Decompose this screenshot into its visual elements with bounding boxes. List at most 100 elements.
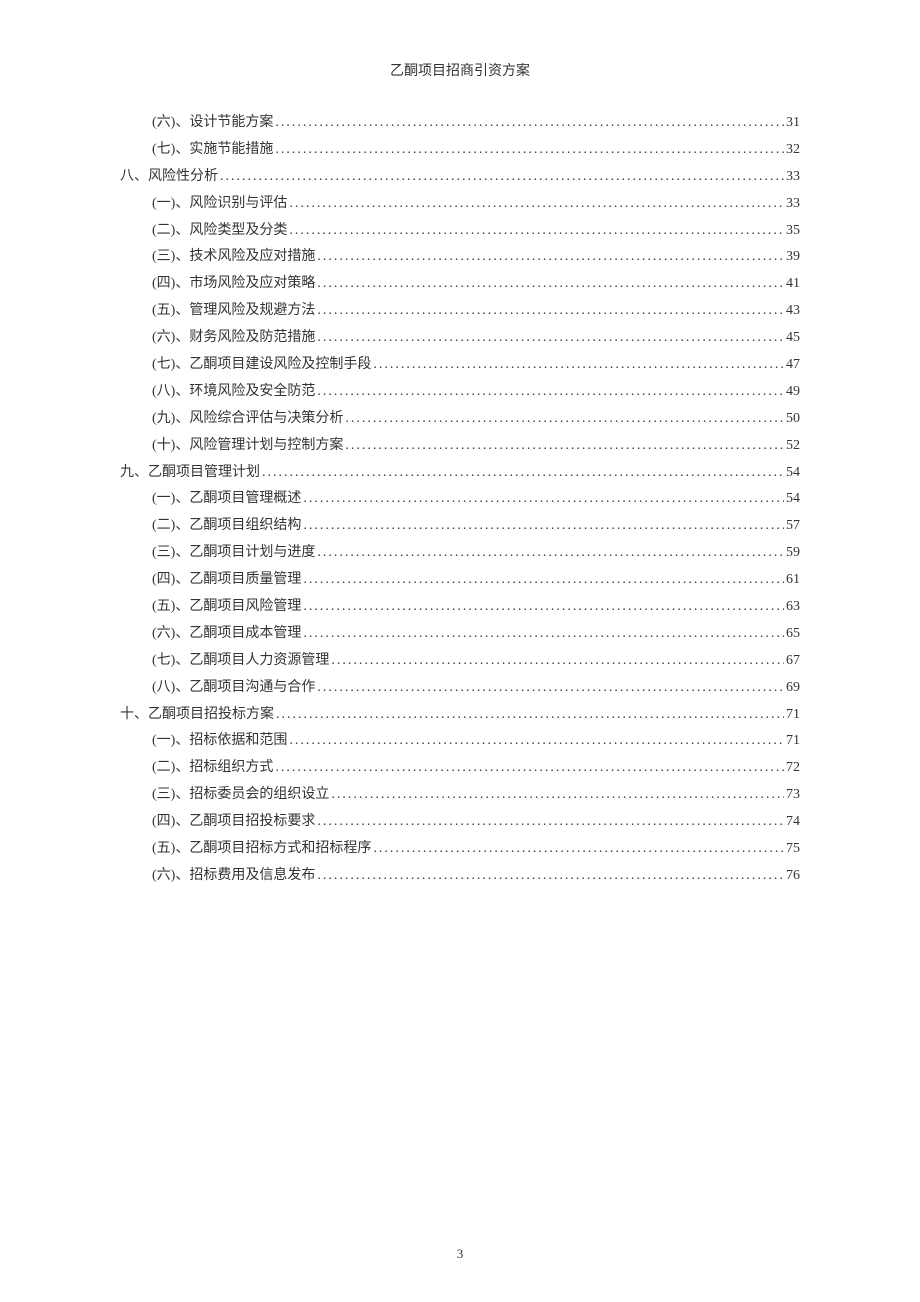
toc-leader-dots — [317, 244, 784, 270]
toc-entry-label: (六)、财务风险及防范措施 — [152, 325, 315, 351]
toc-entry: (八)、乙酮项目沟通与合作 69 — [120, 675, 800, 701]
toc-entry-label: (八)、乙酮项目沟通与合作 — [152, 675, 315, 701]
toc-entry: (三)、技术风险及应对措施 39 — [120, 244, 800, 270]
toc-entry-page: 72 — [786, 755, 800, 781]
toc-entry: (六)、招标费用及信息发布 76 — [120, 863, 800, 889]
toc-entry: (八)、环境风险及安全防范49 — [120, 379, 800, 405]
toc-entry-label: (六)、招标费用及信息发布 — [152, 863, 315, 889]
toc-leader-dots — [275, 137, 784, 163]
toc-entry-label: (六)、设计节能方案 — [152, 110, 273, 136]
toc-leader-dots — [289, 191, 784, 217]
toc-leader-dots — [317, 809, 784, 835]
toc-entry: (六)、设计节能方案 31 — [120, 110, 800, 136]
toc-entry-page: 54 — [786, 460, 800, 486]
toc-entry-label: 十、乙酮项目招投标方案 — [120, 702, 274, 728]
toc-entry-page: 47 — [786, 352, 800, 378]
toc-entry: (六)、乙酮项目成本管理65 — [120, 621, 800, 647]
toc-entry: (四)、乙酮项目质量管理 61 — [120, 567, 800, 593]
toc-leader-dots — [289, 218, 784, 244]
toc-entry-page: 32 — [786, 137, 800, 163]
toc-leader-dots — [345, 406, 784, 432]
toc-entry: (二)、乙酮项目组织结构 57 — [120, 513, 800, 539]
toc-leader-dots — [220, 164, 784, 190]
toc-entry: (一)、乙酮项目管理概述 54 — [120, 486, 800, 512]
toc-entry-page: 73 — [786, 782, 800, 808]
toc-entry-label: (五)、乙酮项目招标方式和招标程序 — [152, 836, 371, 862]
toc-entry-page: 33 — [786, 164, 800, 190]
toc-entry: (五)、乙酮项目风险管理63 — [120, 594, 800, 620]
toc-entry-page: 50 — [786, 406, 800, 432]
toc-entry: (四)、市场风险及应对策略 41 — [120, 271, 800, 297]
toc-leader-dots — [303, 486, 784, 512]
toc-entry-page: 39 — [786, 244, 800, 270]
toc-leader-dots — [345, 433, 784, 459]
toc-entry-label: (四)、市场风险及应对策略 — [152, 271, 315, 297]
toc-entry: (十)、风险管理计划与控制方案 52 — [120, 433, 800, 459]
page-header: 乙酮项目招商引资方案 — [120, 60, 800, 80]
toc-entry-page: 45 — [786, 325, 800, 351]
toc-entry-page: 41 — [786, 271, 800, 297]
toc-entry-page: 76 — [786, 863, 800, 889]
toc-entry-label: (一)、风险识别与评估 — [152, 191, 287, 217]
toc-entry-label: (五)、管理风险及规避方法 — [152, 298, 315, 324]
toc-leader-dots — [317, 675, 784, 701]
toc-entry: (二)、招标组织方式 72 — [120, 755, 800, 781]
toc-entry-label: (二)、风险类型及分类 — [152, 218, 287, 244]
toc-entry-label: (一)、乙酮项目管理概述 — [152, 486, 301, 512]
toc-leader-dots — [317, 271, 784, 297]
toc-leader-dots — [289, 728, 784, 754]
toc-entry: (五)、乙酮项目招标方式和招标程序 75 — [120, 836, 800, 862]
toc-entry-page: 35 — [786, 218, 800, 244]
toc-entry: (一)、风险识别与评估33 — [120, 191, 800, 217]
toc-leader-dots — [275, 110, 784, 136]
toc-entry-page: 63 — [786, 594, 800, 620]
table-of-contents: (六)、设计节能方案31(七)、实施节能措施32八、风险性分析33(一)、风险识… — [120, 110, 800, 889]
toc-entry: (二)、风险类型及分类 35 — [120, 218, 800, 244]
toc-leader-dots — [373, 352, 784, 378]
toc-entry-label: (九)、风险综合评估与决策分析 — [152, 406, 343, 432]
toc-entry-page: 31 — [786, 110, 800, 136]
toc-leader-dots — [276, 702, 784, 728]
toc-leader-dots — [331, 648, 784, 674]
toc-entry-page: 69 — [786, 675, 800, 701]
toc-entry-label: (十)、风险管理计划与控制方案 — [152, 433, 343, 459]
toc-entry-page: 71 — [786, 702, 800, 728]
toc-entry: (四)、乙酮项目招投标要求 74 — [120, 809, 800, 835]
toc-entry-page: 74 — [786, 809, 800, 835]
toc-leader-dots — [317, 379, 784, 405]
toc-entry-label: (六)、乙酮项目成本管理 — [152, 621, 301, 647]
toc-entry: (七)、实施节能措施 32 — [120, 137, 800, 163]
toc-entry-label: (二)、招标组织方式 — [152, 755, 273, 781]
toc-entry-label: (七)、乙酮项目建设风险及控制手段 — [152, 352, 371, 378]
toc-entry-label: (三)、乙酮项目计划与进度 — [152, 540, 315, 566]
toc-leader-dots — [275, 755, 784, 781]
toc-entry-page: 57 — [786, 513, 800, 539]
toc-entry-page: 52 — [786, 433, 800, 459]
toc-entry: (七)、乙酮项目建设风险及控制手段 47 — [120, 352, 800, 378]
toc-entry-page: 71 — [786, 728, 800, 754]
toc-entry-page: 43 — [786, 298, 800, 324]
toc-entry: 九、乙酮项目管理计划54 — [120, 460, 800, 486]
toc-leader-dots — [262, 460, 784, 486]
toc-leader-dots — [317, 863, 784, 889]
toc-entry: 十、乙酮项目招投标方案 71 — [120, 702, 800, 728]
toc-entry-label: (三)、技术风险及应对措施 — [152, 244, 315, 270]
toc-entry-page: 59 — [786, 540, 800, 566]
toc-entry-label: (四)、乙酮项目质量管理 — [152, 567, 301, 593]
toc-entry-label: (七)、实施节能措施 — [152, 137, 273, 163]
toc-entry: (九)、风险综合评估与决策分析 50 — [120, 406, 800, 432]
toc-entry-label: (二)、乙酮项目组织结构 — [152, 513, 301, 539]
page-number: 3 — [0, 1246, 920, 1262]
toc-entry-label: (四)、乙酮项目招投标要求 — [152, 809, 315, 835]
toc-leader-dots — [303, 513, 784, 539]
toc-leader-dots — [303, 594, 784, 620]
toc-entry-page: 54 — [786, 486, 800, 512]
toc-entry-label: (三)、招标委员会的组织设立 — [152, 782, 329, 808]
toc-entry-page: 61 — [786, 567, 800, 593]
toc-entry: (三)、招标委员会的组织设立 73 — [120, 782, 800, 808]
toc-entry-label: (七)、乙酮项目人力资源管理 — [152, 648, 329, 674]
toc-entry: (一)、招标依据和范围71 — [120, 728, 800, 754]
toc-entry-page: 75 — [786, 836, 800, 862]
toc-entry-label: (八)、环境风险及安全防范 — [152, 379, 315, 405]
toc-leader-dots — [317, 540, 784, 566]
